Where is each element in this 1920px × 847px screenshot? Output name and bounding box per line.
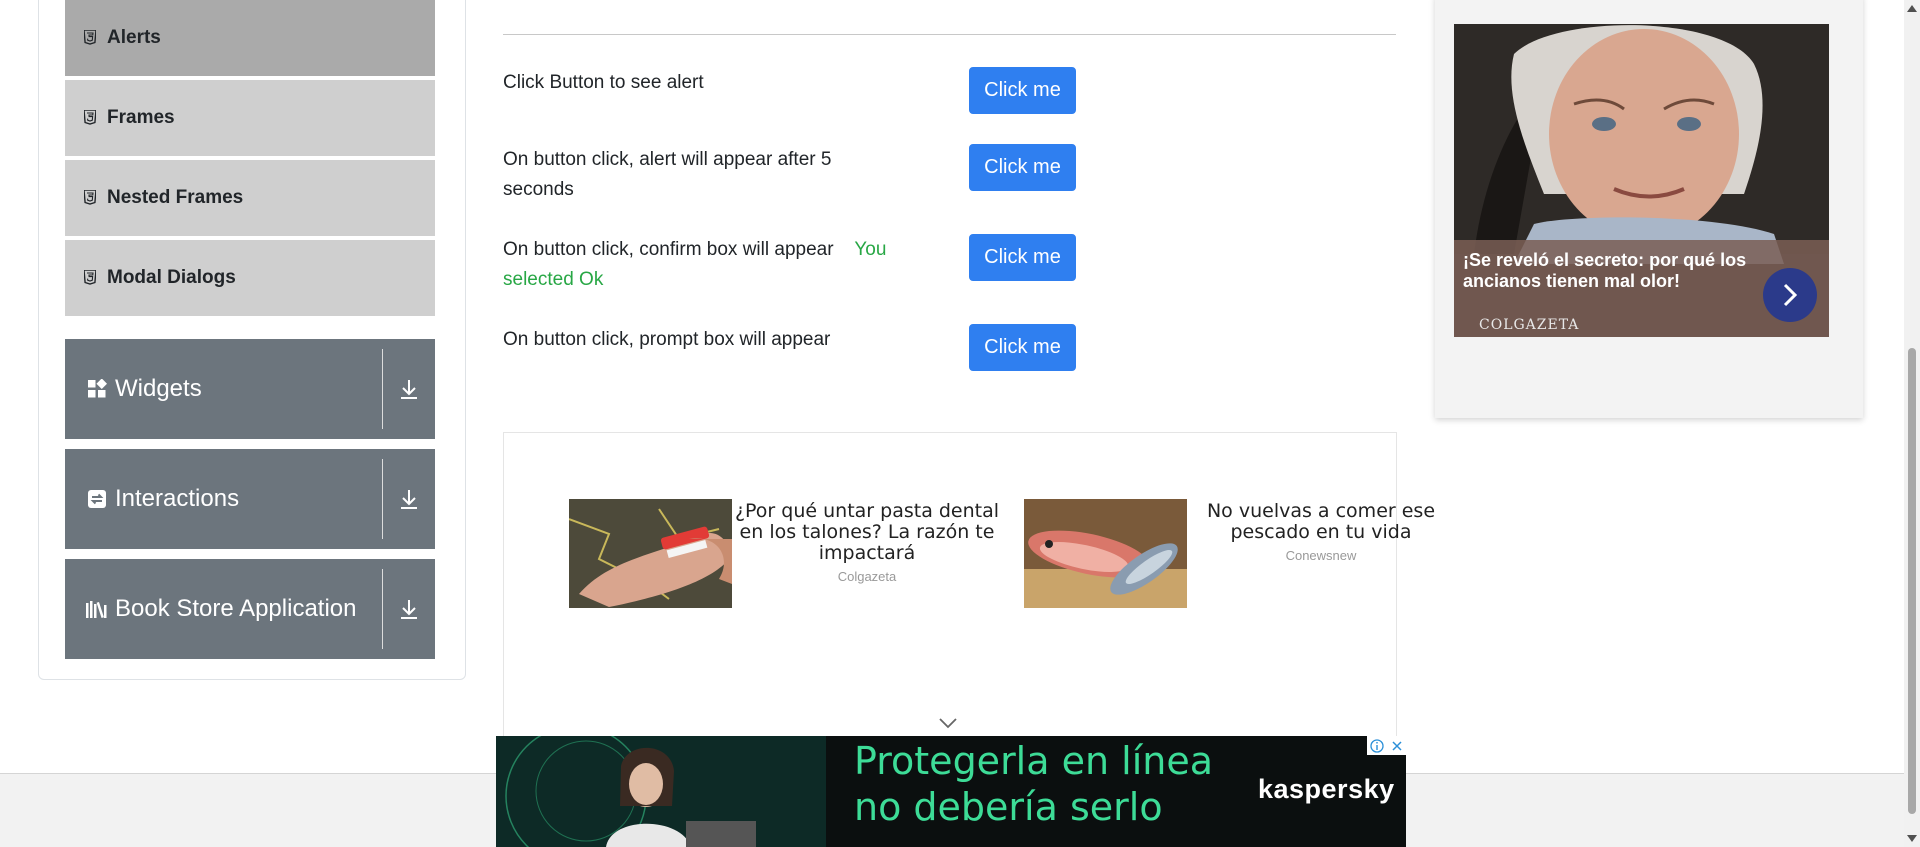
chevron-down-icon[interactable]: [937, 716, 959, 730]
banner-slogan-line: Protegerla en línea: [854, 739, 1214, 783]
group-header-book-store[interactable]: Book Store Application: [65, 559, 435, 659]
group-header-interactions[interactable]: Interactions: [65, 449, 435, 549]
native-ad-card[interactable]: No vuelvas a comer ese pescado en tu vid…: [1024, 499, 1447, 609]
scroll-down-arrow-icon[interactable]: [1906, 833, 1918, 843]
ad-thumbnail-image: [1024, 499, 1187, 608]
native-ad-card[interactable]: ¿Por qué untar pasta dental en los talon…: [568, 499, 1002, 609]
banner-slogan: Protegerla en línea no debería serlo: [854, 738, 1213, 830]
ad-headline[interactable]: No vuelvas a comer ese pescado en tu vid…: [1195, 501, 1447, 543]
prompt-button[interactable]: Click me: [969, 324, 1076, 371]
download-arrow-icon[interactable]: [383, 339, 435, 439]
sidebar-item-modal-dialogs[interactable]: Modal Dialogs: [65, 240, 435, 318]
banner-brand-logo: kaspersky: [1258, 774, 1395, 804]
sidebar-item-label: Nested Frames: [107, 187, 244, 208]
group-label: Widgets: [115, 375, 202, 402]
right-ad[interactable]: ¡Se reveló el secreto: por qué los ancia…: [1454, 24, 1829, 337]
arrow-right-icon[interactable]: [1763, 268, 1817, 322]
html5-icon: [83, 269, 97, 287]
widgets-icon: [85, 377, 109, 401]
sidebar-item-label: Frames: [107, 107, 175, 128]
ad-thumbnail-image: [568, 499, 732, 608]
scroll-up-arrow-icon[interactable]: [1906, 4, 1918, 14]
prompt-row-label: On button click, prompt box will appear: [503, 329, 831, 350]
group-label: Book Store Application: [115, 595, 357, 622]
banner-slogan-line: no debería serlo: [854, 785, 1163, 829]
sidebar-item-label: Modal Dialogs: [107, 267, 236, 288]
banner-ad-image: [496, 736, 826, 847]
alert-button[interactable]: Click me: [969, 67, 1076, 114]
timer-alert-button[interactable]: Click me: [969, 144, 1076, 191]
close-icon[interactable]: [1391, 740, 1403, 752]
ad-text-block: No vuelvas a comer ese pescado en tu vid…: [1187, 499, 1447, 609]
ad-text-block: ¿Por qué untar pasta dental en los talon…: [732, 499, 1002, 609]
group-header-widgets[interactable]: Widgets: [65, 339, 435, 439]
divider: [503, 34, 1396, 35]
ad-source: Conewsnew: [1285, 548, 1357, 563]
ad-source: COLGAZETA: [1479, 317, 1580, 333]
ad-headline: ¡Se reveló el secreto: por qué los ancia…: [1463, 250, 1747, 291]
ad-source: Colgazeta: [837, 569, 897, 584]
confirm-row-label: On button click, confirm box will appear…: [503, 235, 943, 295]
alert-row-label: Click Button to see alert: [503, 72, 704, 93]
timer-alert-row-label: On button click, alert will appear after…: [503, 149, 832, 200]
html5-icon: [83, 189, 97, 207]
sidebar-item-nested-frames[interactable]: Nested Frames: [65, 160, 435, 238]
book-store-icon: [85, 597, 109, 621]
banner-ad[interactable]: Protegerla en línea no debería serlo kas…: [496, 736, 1406, 847]
ad-info-icon[interactable]: [1370, 738, 1384, 753]
download-arrow-icon[interactable]: [383, 559, 435, 659]
html5-icon: [83, 29, 97, 47]
confirm-button[interactable]: Click me: [969, 234, 1076, 281]
html5-icon: [83, 109, 97, 127]
download-arrow-icon[interactable]: [383, 449, 435, 549]
sidebar-item-alerts[interactable]: Alerts: [65, 0, 435, 78]
ad-choices[interactable]: [1367, 736, 1406, 755]
group-label: Interactions: [115, 485, 240, 512]
sidebar-item-label: Alerts: [107, 27, 161, 48]
ad-headline[interactable]: ¿Por qué untar pasta dental en los talon…: [732, 501, 1002, 564]
sidebar-item-frames[interactable]: Frames: [65, 80, 435, 158]
interactions-icon: [85, 487, 109, 511]
confirm-row-text: On button click, confirm box will appear: [503, 239, 834, 260]
scrollbar-thumb[interactable]: [1908, 348, 1916, 814]
